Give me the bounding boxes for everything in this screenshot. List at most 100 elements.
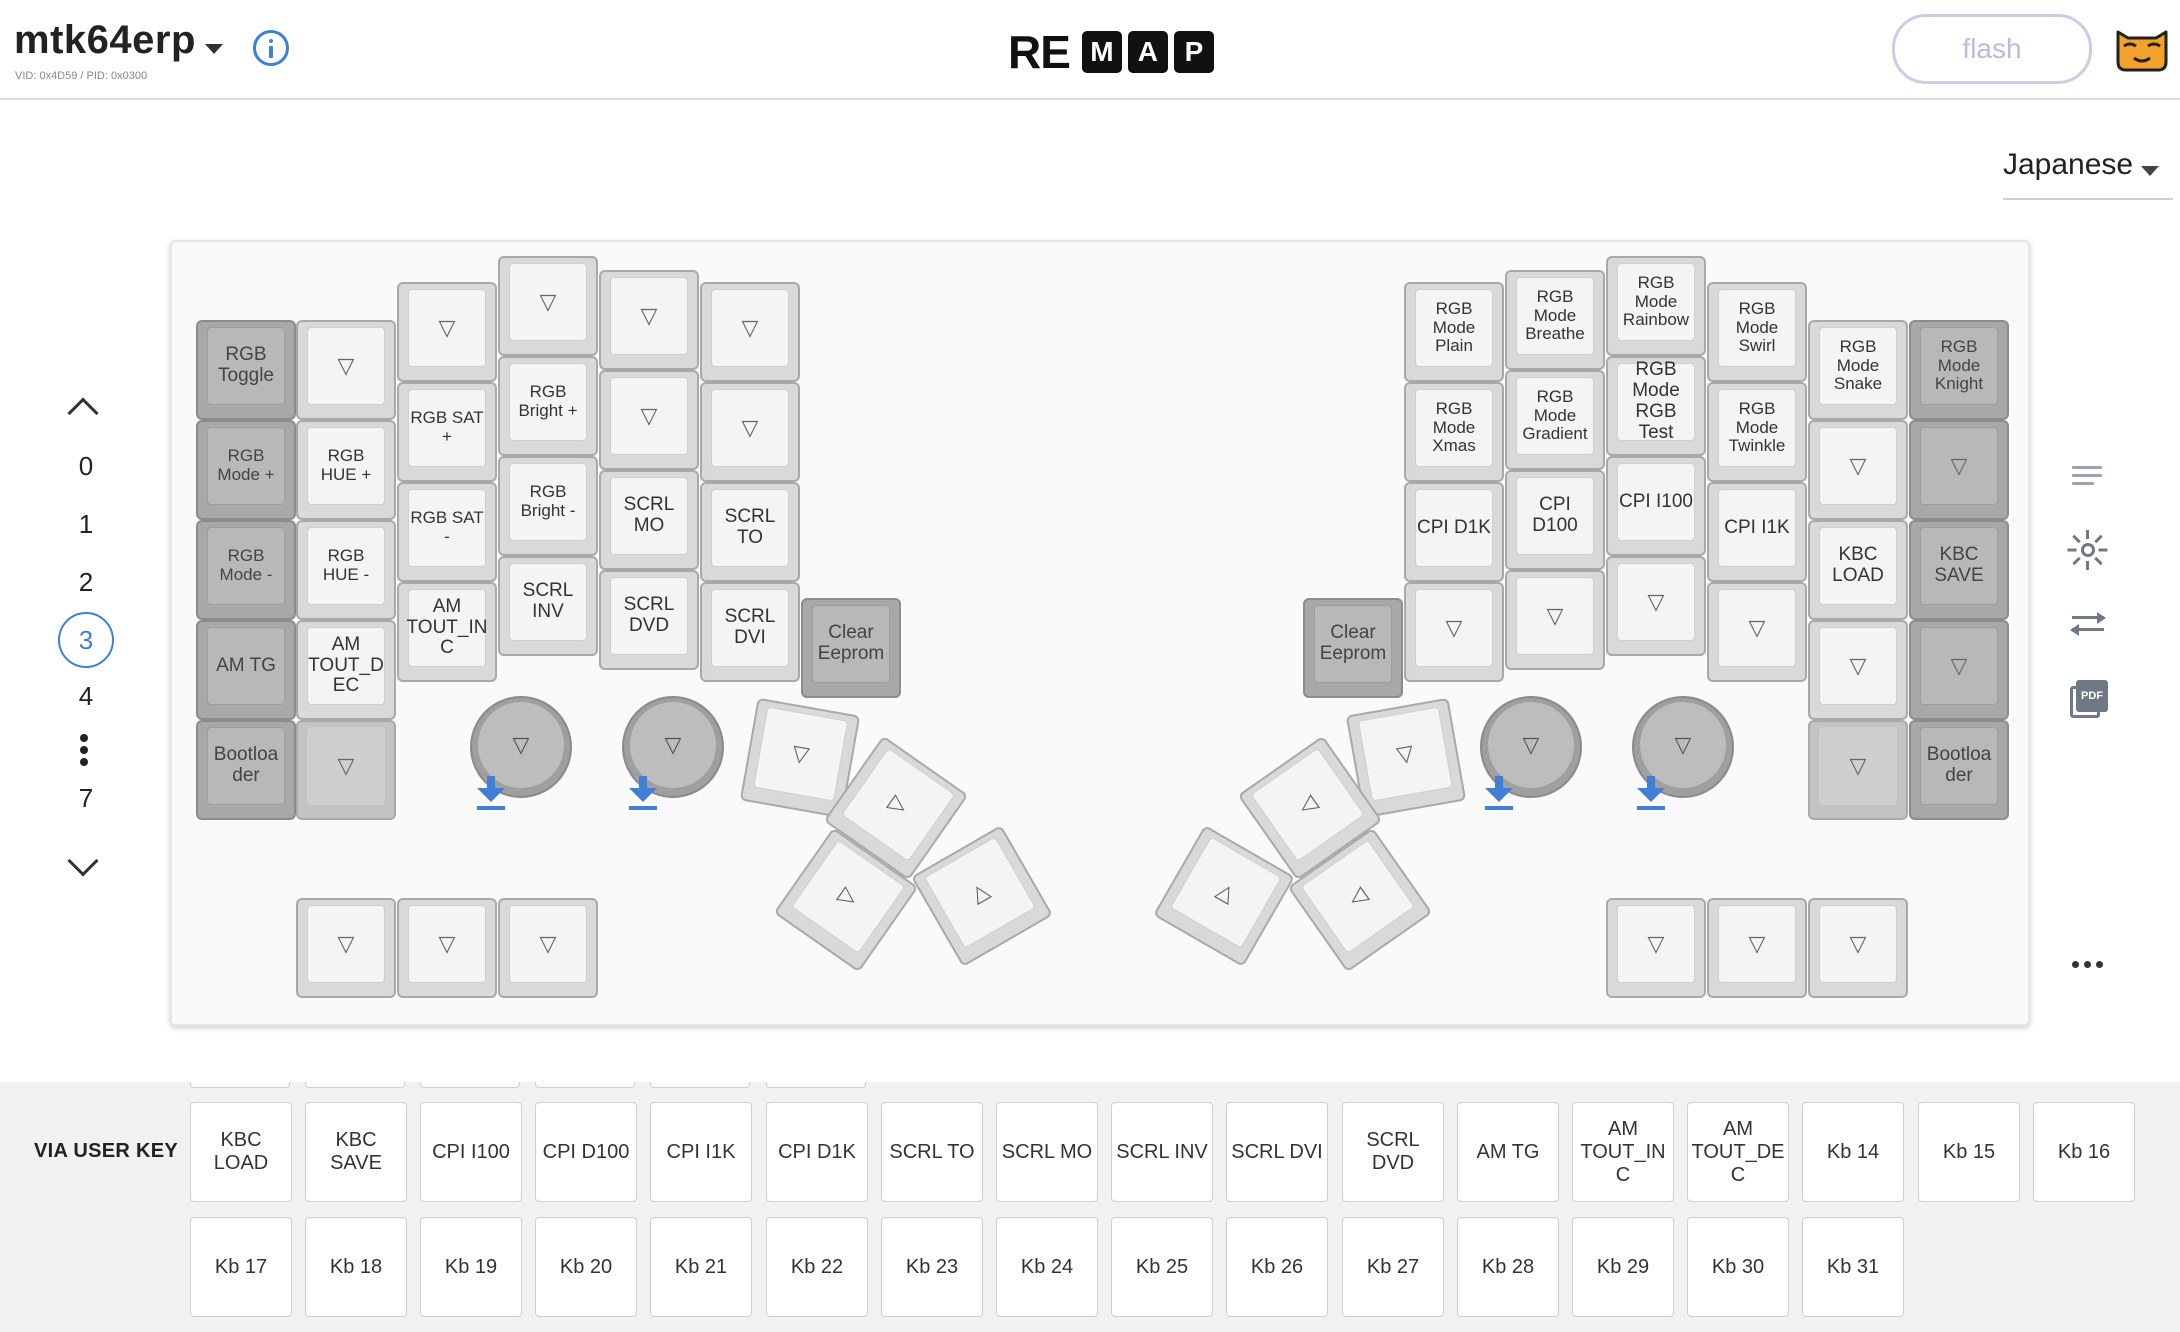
- flash-button[interactable]: flash: [1892, 14, 2092, 84]
- palette-key[interactable]: Kb 27: [1342, 1217, 1444, 1317]
- key[interactable]: ▽: [700, 382, 800, 482]
- key[interactable]: RGB HUE +: [296, 420, 396, 520]
- layer-item[interactable]: 4: [50, 676, 122, 716]
- key[interactable]: RGB Mode Plain: [1404, 282, 1504, 382]
- key[interactable]: CPI I100: [1606, 456, 1706, 556]
- palette-key[interactable]: Kb 26: [1226, 1217, 1328, 1317]
- palette-key[interactable]: SCRL INV: [1111, 1102, 1213, 1202]
- key[interactable]: ▽: [1505, 570, 1605, 670]
- palette-key[interactable]: SCRL DVD: [1342, 1102, 1444, 1202]
- key[interactable]: ▽: [1707, 898, 1807, 998]
- key[interactable]: KBC SAVE: [1909, 520, 2009, 620]
- key[interactable]: RGB Mode Gradient: [1505, 370, 1605, 470]
- palette-key[interactable]: Kb 30: [1687, 1217, 1789, 1317]
- more-horizontal-icon[interactable]: [2068, 960, 2108, 970]
- key[interactable]: RGB Mode Swirl: [1707, 282, 1807, 382]
- key[interactable]: ▽: [599, 270, 699, 370]
- palette-key[interactable]: KBC SAVE: [305, 1102, 407, 1202]
- list-lines-icon[interactable]: [2068, 456, 2108, 496]
- palette-key[interactable]: Kb 17: [190, 1217, 292, 1317]
- palette-key[interactable]: Kb 14: [1802, 1102, 1904, 1202]
- encoder-arrow-icon[interactable]: [1485, 776, 1513, 810]
- palette-key[interactable]: SCRL DVI: [1226, 1102, 1328, 1202]
- key[interactable]: RGB Mode Xmas: [1404, 382, 1504, 482]
- palette-key[interactable]: Kb 23: [881, 1217, 983, 1317]
- palette-key[interactable]: Kb 18: [305, 1217, 407, 1317]
- palette-key[interactable]: SCRL MO: [996, 1102, 1098, 1202]
- key[interactable]: ▽: [1808, 720, 1908, 820]
- key[interactable]: ▽: [296, 720, 396, 820]
- palette-key[interactable]: Kb 22: [766, 1217, 868, 1317]
- swap-arrows-icon[interactable]: [2068, 606, 2108, 646]
- key[interactable]: ▽: [1404, 582, 1504, 682]
- key[interactable]: RGB Mode Rainbow: [1606, 256, 1706, 356]
- mascot-icon[interactable]: [2114, 24, 2170, 72]
- key[interactable]: ▽: [700, 282, 800, 382]
- key[interactable]: ▽: [1606, 898, 1706, 998]
- palette-key[interactable]: Kb 15: [1918, 1102, 2020, 1202]
- palette-key[interactable]: Kb 24: [996, 1217, 1098, 1317]
- layer-item-active[interactable]: 3: [58, 612, 114, 668]
- palette-key[interactable]: CPI I100: [420, 1102, 522, 1202]
- key[interactable]: SCRL DVI: [700, 582, 800, 682]
- layer-item[interactable]: 2: [50, 562, 122, 602]
- key[interactable]: RGB Bright -: [498, 456, 598, 556]
- key[interactable]: RGB Mode Knight: [1909, 320, 2009, 420]
- key[interactable]: ▽: [1909, 620, 2009, 720]
- palette-key[interactable]: KBC LOAD: [190, 1102, 292, 1202]
- key[interactable]: SCRL TO: [700, 482, 800, 582]
- palette-key[interactable]: AM TG: [1457, 1102, 1559, 1202]
- encoder-arrow-icon[interactable]: [477, 776, 505, 810]
- key[interactable]: RGB HUE -: [296, 520, 396, 620]
- key[interactable]: ▽: [1808, 420, 1908, 520]
- info-icon[interactable]: [253, 30, 289, 66]
- key[interactable]: Bootloa der: [1909, 720, 2009, 820]
- key[interactable]: RGB Mode RGB Test: [1606, 356, 1706, 456]
- key[interactable]: ▽: [397, 898, 497, 998]
- key[interactable]: RGB SAT +: [397, 382, 497, 482]
- key[interactable]: RGB Toggle: [196, 320, 296, 420]
- palette-key[interactable]: AM TOUT_DE C: [1687, 1102, 1789, 1202]
- palette-key[interactable]: Kb 20: [535, 1217, 637, 1317]
- key[interactable]: RGB Mode Snake: [1808, 320, 1908, 420]
- palette-key[interactable]: AM TOUT_IN C: [1572, 1102, 1674, 1202]
- key[interactable]: ▽: [498, 256, 598, 356]
- key[interactable]: ▽: [296, 320, 396, 420]
- key[interactable]: RGB Mode +: [196, 420, 296, 520]
- key[interactable]: CPI D1K: [1404, 482, 1504, 582]
- palette-key[interactable]: Kb 21: [650, 1217, 752, 1317]
- key[interactable]: RGB Mode Twinkle: [1707, 382, 1807, 482]
- key[interactable]: RGB Mode -: [196, 520, 296, 620]
- language-select[interactable]: Japanese: [2003, 148, 2173, 200]
- key[interactable]: ▽: [599, 370, 699, 470]
- key[interactable]: Bootloa der: [196, 720, 296, 820]
- keyboard-dropdown-icon[interactable]: [205, 44, 223, 54]
- palette-key[interactable]: Kb 29: [1572, 1217, 1674, 1317]
- key[interactable]: ▽: [1909, 420, 2009, 520]
- palette-key[interactable]: Kb 31: [1802, 1217, 1904, 1317]
- palette-key[interactable]: SCRL TO: [881, 1102, 983, 1202]
- layer-item[interactable]: 1: [50, 504, 122, 544]
- key[interactable]: AM TOUT_D EC: [296, 620, 396, 720]
- key[interactable]: RGB SAT -: [397, 482, 497, 582]
- palette-key[interactable]: Kb 19: [420, 1217, 522, 1317]
- palette-key[interactable]: CPI D100: [535, 1102, 637, 1202]
- key[interactable]: KBC LOAD: [1808, 520, 1908, 620]
- palette-key[interactable]: CPI D1K: [766, 1102, 868, 1202]
- keyboard-name[interactable]: mtk64erp: [14, 18, 196, 63]
- chevron-up-icon[interactable]: [67, 397, 99, 429]
- key[interactable]: Clear Eeprom: [1303, 598, 1403, 698]
- key[interactable]: ▽: [1808, 620, 1908, 720]
- key[interactable]: SCRL INV: [498, 556, 598, 656]
- key[interactable]: ▽: [296, 898, 396, 998]
- key[interactable]: AM TG: [196, 620, 296, 720]
- key[interactable]: SCRL MO: [599, 470, 699, 570]
- key[interactable]: ▽: [1808, 898, 1908, 998]
- palette-key[interactable]: Kb 16: [2033, 1102, 2135, 1202]
- key[interactable]: ▽: [1606, 556, 1706, 656]
- encoder-arrow-icon[interactable]: [629, 776, 657, 810]
- key[interactable]: RGB Bright +: [498, 356, 598, 456]
- key[interactable]: CPI D100: [1505, 470, 1605, 570]
- key[interactable]: Clear Eeprom: [801, 598, 901, 698]
- palette-key[interactable]: CPI I1K: [650, 1102, 752, 1202]
